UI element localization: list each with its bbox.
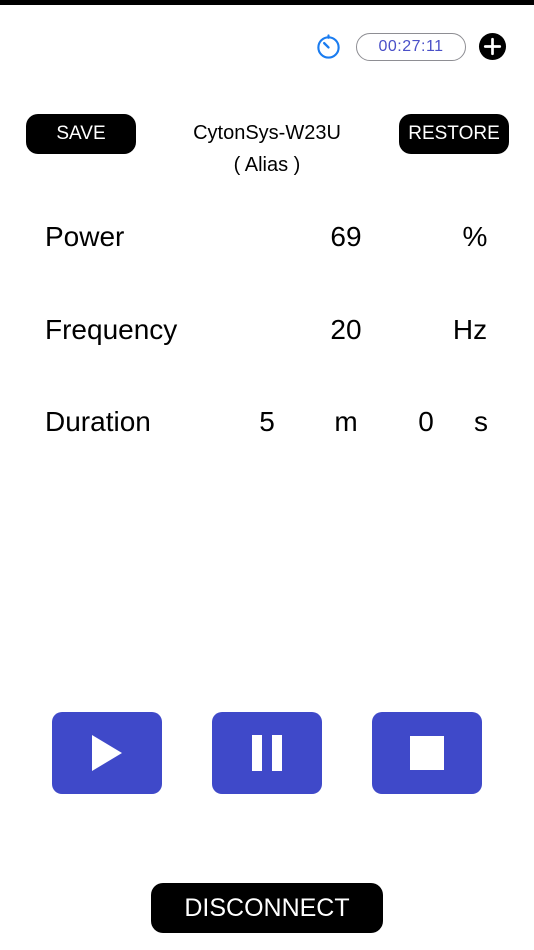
duration-seconds-unit: s <box>474 406 488 437</box>
duration-minutes[interactable]: 5 <box>247 406 287 438</box>
frequency-label: Frequency <box>45 314 178 345</box>
disconnect-button[interactable]: DISCONNECT <box>151 883 383 933</box>
duration-label: Duration <box>45 406 151 437</box>
power-label: Power <box>45 221 125 252</box>
status-bar-edge <box>0 0 534 5</box>
save-button[interactable]: SAVE <box>26 114 136 154</box>
play-icon <box>92 735 122 771</box>
pause-icon <box>252 735 282 771</box>
frequency-value[interactable]: 20 <box>316 314 376 346</box>
play-button[interactable] <box>52 712 162 794</box>
timer-icon[interactable] <box>315 33 342 60</box>
restore-button[interactable]: RESTORE <box>399 114 509 154</box>
device-name: CytonSys-W23U <box>193 122 341 144</box>
stop-icon <box>410 736 444 770</box>
frequency-unit: Hz <box>452 314 488 345</box>
add-circle-icon[interactable] <box>478 32 507 61</box>
power-value[interactable]: 69 <box>316 221 376 253</box>
elapsed-timer: 00:27:11 <box>356 33 466 61</box>
pause-button[interactable] <box>212 712 322 794</box>
device-alias[interactable]: ( Alias ) <box>160 154 374 177</box>
power-unit: % <box>462 221 488 252</box>
duration-seconds[interactable]: 0 <box>406 406 446 438</box>
duration-minutes-unit: m <box>334 406 358 437</box>
stop-button[interactable] <box>372 712 482 794</box>
